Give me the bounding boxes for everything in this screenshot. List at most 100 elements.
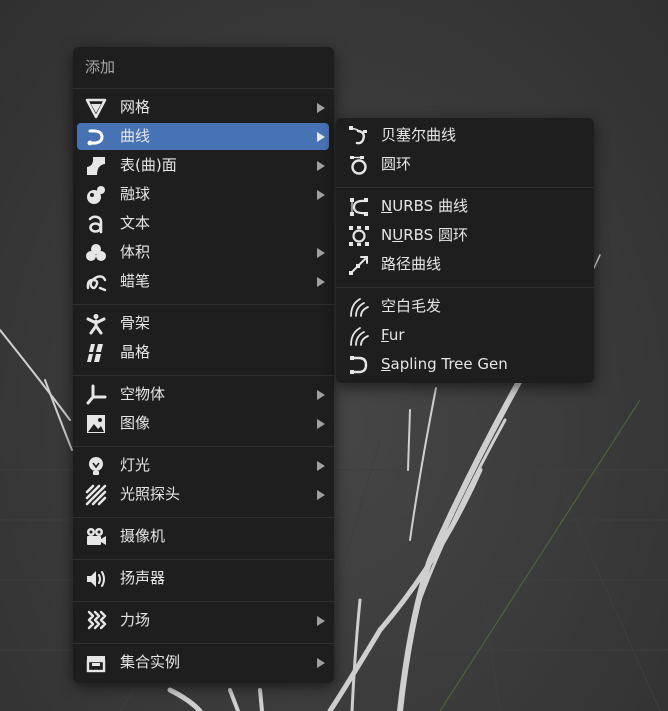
bezier-curve-icon <box>348 125 370 147</box>
menu-item-label: 贝塞尔曲线 <box>381 126 457 144</box>
submenu-arrow-icon <box>317 658 325 668</box>
separator <box>73 375 334 376</box>
menu-item-collection-instance[interactable]: 集合实例 <box>77 649 329 676</box>
menu-item-volume[interactable]: 体积 <box>77 239 329 266</box>
menu-item-label: NURBS 圆环 <box>381 226 468 244</box>
menu-item-label: Fur <box>381 326 405 344</box>
text-icon <box>85 213 107 235</box>
menu-item-label: Sapling Tree Gen <box>381 355 508 373</box>
menu-title: 添加 <box>85 58 116 76</box>
separator <box>73 559 334 560</box>
menu-item-label: 曲线 <box>120 127 151 145</box>
menu-item-label: 力场 <box>120 611 151 629</box>
menu-item-nurbs-curve[interactable]: NURBS 曲线 <box>340 193 589 220</box>
curve-submenu: 贝塞尔曲线 圆环 NURBS 曲线 NURBS 圆环 路径曲线 空白毛发 Fur… <box>336 118 594 383</box>
separator <box>73 517 334 518</box>
bezier-circle-icon <box>348 154 370 176</box>
path-curve-icon <box>348 254 370 276</box>
grease-pencil-icon <box>85 271 107 293</box>
image-icon <box>85 413 107 435</box>
menu-item-light[interactable]: 灯光 <box>77 452 329 479</box>
menu-item-label: 路径曲线 <box>381 255 442 273</box>
menu-item-label: 蜡笔 <box>120 272 151 290</box>
hair-icon <box>348 296 370 318</box>
menu-item-label: 融球 <box>120 185 151 203</box>
metaball-icon <box>85 184 107 206</box>
submenu-arrow-icon <box>317 103 325 113</box>
menu-item-label: 灯光 <box>120 456 151 474</box>
curve-icon <box>85 126 107 148</box>
menu-item-force-field[interactable]: 力场 <box>77 607 329 634</box>
separator <box>73 601 334 602</box>
submenu-arrow-icon <box>317 248 325 258</box>
menu-item-light-probe[interactable]: 光照探头 <box>77 481 329 508</box>
menu-item-empty[interactable]: 空物体 <box>77 381 329 408</box>
menu-item-text[interactable]: 文本 <box>77 210 329 237</box>
separator <box>336 287 594 288</box>
separator <box>73 643 334 644</box>
menu-item-label: 摄像机 <box>120 527 166 545</box>
menu-item-nurbs-circle[interactable]: NURBS 圆环 <box>340 222 589 249</box>
menu-item-label: 空白毛发 <box>381 297 442 315</box>
submenu-arrow-icon <box>317 277 325 287</box>
lattice-icon <box>85 342 107 364</box>
submenu-arrow-icon <box>317 616 325 626</box>
menu-item-metaball[interactable]: 融球 <box>77 181 329 208</box>
menu-item-label: 扬声器 <box>120 569 166 587</box>
speaker-icon <box>85 568 107 590</box>
submenu-arrow-icon <box>317 461 325 471</box>
add-menu: 添加 网格 曲线 表(曲)面 融球 文本 体积 蜡笔 骨架 晶格 空物体 图像 … <box>73 47 334 683</box>
menu-item-curve[interactable]: 曲线 <box>77 123 329 150</box>
volume-icon <box>85 242 107 264</box>
camera-icon <box>85 526 107 548</box>
light-icon <box>85 455 107 477</box>
separator <box>73 88 334 89</box>
submenu-arrow-icon <box>317 419 325 429</box>
menu-item-label: 图像 <box>120 414 151 432</box>
menu-item-empty-hair[interactable]: 空白毛发 <box>340 293 589 320</box>
menu-item-image[interactable]: 图像 <box>77 410 329 437</box>
menu-item-label: 圆环 <box>381 155 412 173</box>
menu-item-label: 骨架 <box>120 314 151 332</box>
submenu-arrow-icon <box>317 161 325 171</box>
nurbs-circle-icon <box>348 225 370 247</box>
menu-item-label: 空物体 <box>120 385 166 403</box>
menu-item-fur[interactable]: Fur <box>340 322 589 349</box>
menu-item-camera[interactable]: 摄像机 <box>77 523 329 550</box>
armature-icon <box>85 313 107 335</box>
menu-item-bezier[interactable]: 贝塞尔曲线 <box>340 122 589 149</box>
menu-item-armature[interactable]: 骨架 <box>77 310 329 337</box>
menu-item-grease-pencil[interactable]: 蜡笔 <box>77 268 329 295</box>
separator <box>336 187 594 188</box>
menu-item-label: 表(曲)面 <box>120 156 177 174</box>
empty-icon <box>85 384 107 406</box>
menu-item-mesh[interactable]: 网格 <box>77 94 329 121</box>
fur-icon <box>348 325 370 347</box>
submenu-arrow-icon <box>317 132 325 142</box>
submenu-arrow-icon <box>317 190 325 200</box>
force-field-icon <box>85 610 107 632</box>
submenu-arrow-icon <box>317 490 325 500</box>
collection-instance-icon <box>85 652 107 674</box>
menu-item-surface[interactable]: 表(曲)面 <box>77 152 329 179</box>
menu-item-label: 光照探头 <box>120 485 181 503</box>
menu-item-label: 集合实例 <box>120 653 181 671</box>
menu-item-label: 体积 <box>120 243 151 261</box>
nurbs-curve-icon <box>348 196 370 218</box>
menu-item-label: 文本 <box>120 214 151 232</box>
separator <box>73 304 334 305</box>
menu-item-label: NURBS 曲线 <box>381 197 468 215</box>
surface-icon <box>85 155 107 177</box>
menu-item-lattice[interactable]: 晶格 <box>77 339 329 366</box>
separator <box>73 446 334 447</box>
mesh-icon <box>85 97 107 119</box>
light-probe-icon <box>85 484 107 506</box>
menu-item-sapling-tree-gen[interactable]: Sapling Tree Gen <box>340 351 589 378</box>
menu-item-speaker[interactable]: 扬声器 <box>77 565 329 592</box>
sapling-icon <box>348 354 370 376</box>
menu-item-path-curve[interactable]: 路径曲线 <box>340 251 589 278</box>
submenu-arrow-icon <box>317 390 325 400</box>
menu-item-label: 晶格 <box>120 343 151 361</box>
menu-item-label: 网格 <box>120 98 151 116</box>
menu-item-bezier-circle[interactable]: 圆环 <box>340 151 589 178</box>
